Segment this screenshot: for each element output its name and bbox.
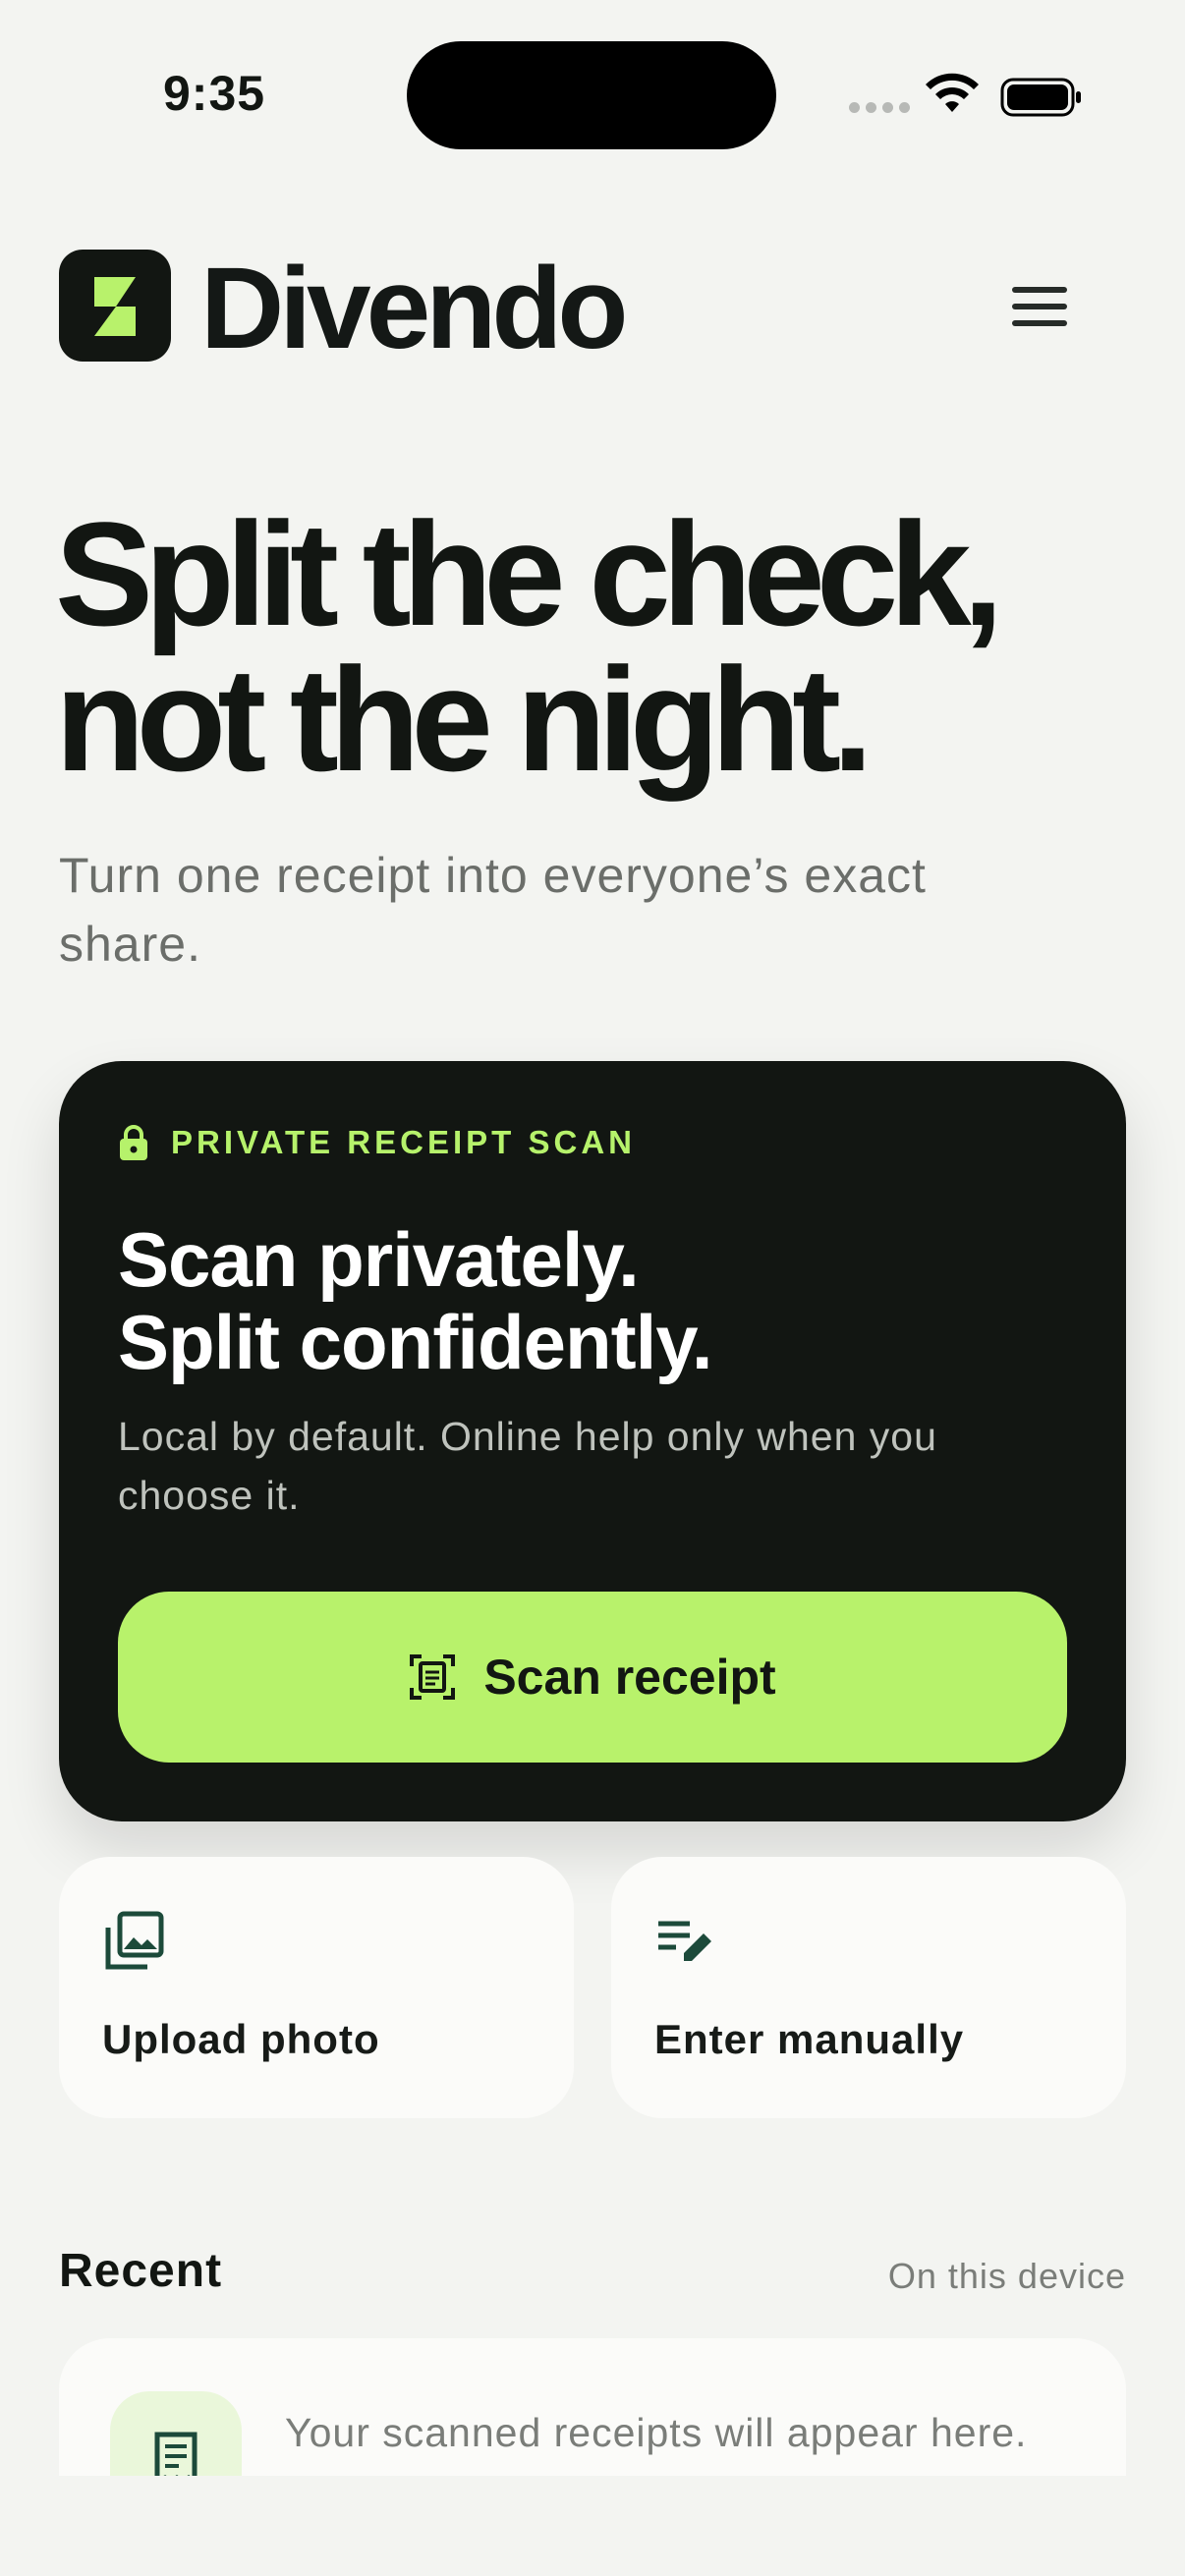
recent-empty-text: Your scanned receipts will appear here. xyxy=(285,2410,1028,2455)
brand-name: Divendo xyxy=(200,244,628,373)
receipt-icon xyxy=(154,2432,198,2476)
hero-title-line-2: not the night. xyxy=(55,637,874,802)
recent-empty-icon-wrap xyxy=(110,2391,242,2476)
scan-card-badge-label: PRIVATE RECEIPT SCAN xyxy=(171,1124,636,1160)
scan-card-badge: PRIVATE RECEIPT SCAN xyxy=(118,1124,636,1161)
scan-receipt-button[interactable]: Scan receipt xyxy=(118,1592,1067,1763)
photo-library-icon xyxy=(105,1911,164,1970)
cellular-signal-icon xyxy=(849,102,910,113)
recent-list: Your scanned receipts will appear here. xyxy=(0,2328,1185,2476)
dynamic-island xyxy=(407,41,776,149)
lock-icon xyxy=(120,1125,147,1160)
scan-card-description: Local by default. Online help only when … xyxy=(118,1414,937,1518)
menu-button[interactable] xyxy=(1012,273,1099,340)
hero-title-line-1: Split the check, xyxy=(55,491,1003,656)
battery-icon xyxy=(1000,78,1081,117)
recent-empty-state-card: Your scanned receipts will appear here. xyxy=(59,2338,1126,2476)
scan-card-title-line-1: Scan privately. xyxy=(118,1216,640,1303)
scan-receipt-button-label: Scan receipt xyxy=(483,1650,776,1705)
wifi-icon xyxy=(926,73,979,112)
divendo-logo-icon xyxy=(59,250,171,362)
scan-card-title: Scan privately. Split confidently. xyxy=(118,1218,1081,1383)
recent-section-meta: On this device xyxy=(887,2256,1126,2296)
upload-photo-label: Upload photo xyxy=(102,2016,380,2062)
scan-frame-icon xyxy=(410,1654,456,1700)
status-time: 9:35 xyxy=(163,66,266,121)
upload-photo-button[interactable]: Upload photo xyxy=(59,1857,574,2118)
hero-subtitle: Turn one receipt into everyone’s exact s… xyxy=(59,848,927,972)
hamburger-menu-icon xyxy=(1012,287,1067,293)
hero-title: Split the check, not the night. xyxy=(55,491,1136,802)
scan-card-title-line-2: Split confidently. xyxy=(118,1299,713,1385)
recent-section-title: Recent xyxy=(59,2245,223,2297)
enter-manually-button[interactable]: Enter manually xyxy=(611,1857,1126,2118)
edit-list-icon xyxy=(658,1921,711,1961)
enter-manually-label: Enter manually xyxy=(654,2016,965,2062)
